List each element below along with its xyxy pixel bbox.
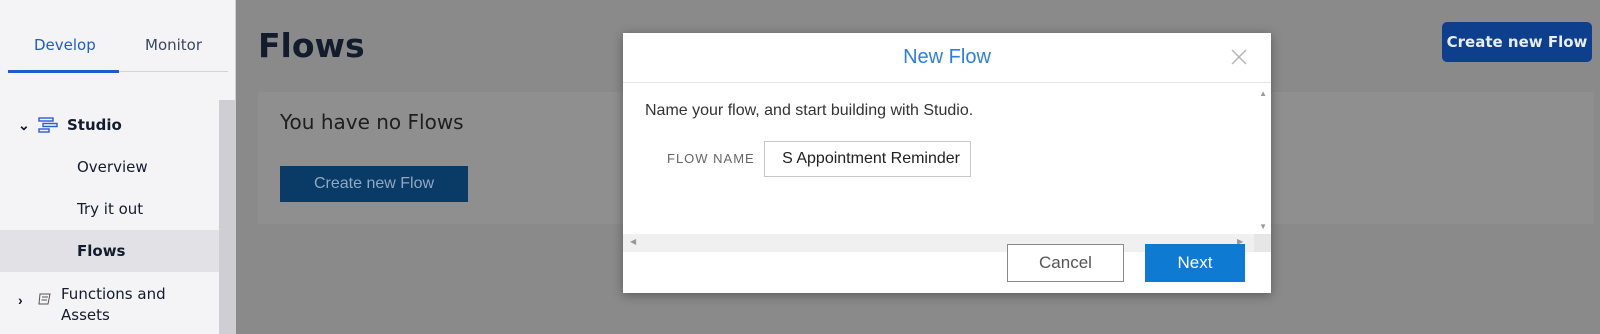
studio-icon	[38, 117, 58, 133]
scroll-left-icon[interactable]: ◀	[630, 237, 636, 246]
modal-intro-text: Name your flow, and start building with …	[645, 102, 974, 119]
active-tab-indicator	[8, 70, 119, 73]
modal-footer: Cancel Next	[623, 244, 1271, 293]
sidebar-item-label: Try it out	[77, 200, 144, 218]
page-title: Flows	[258, 26, 365, 65]
sidebar-item-overview[interactable]: Overview	[0, 146, 219, 188]
chevron-right-icon[interactable]: ›	[18, 292, 23, 308]
modal-title: New Flow	[903, 46, 991, 68]
modal-body: Name your flow, and start building with …	[623, 84, 1271, 252]
tab-monitor[interactable]: Monitor	[145, 36, 202, 54]
close-icon[interactable]	[1229, 47, 1249, 67]
sidebar-item-flows[interactable]: Flows	[0, 230, 219, 272]
chevron-down-icon[interactable]: ⌄	[18, 117, 30, 134]
sidebar-item-label: Flows	[77, 242, 126, 260]
cancel-button[interactable]: Cancel	[1007, 244, 1124, 282]
sidebar-item-label: Studio	[67, 116, 122, 134]
flow-name-input[interactable]	[764, 141, 971, 177]
functions-icon	[38, 293, 51, 305]
sidebar-item-studio[interactable]: ⌄ Studio	[0, 104, 219, 146]
tab-develop[interactable]: Develop	[34, 36, 96, 54]
new-flow-modal: New Flow Name your flow, and start build…	[623, 33, 1271, 293]
scroll-up-icon[interactable]: ▲	[1259, 89, 1267, 98]
modal-header: New Flow	[623, 33, 1271, 83]
flow-name-label: FLOW NAME	[667, 151, 755, 166]
empty-state-message: You have no Flows	[280, 110, 464, 134]
sidebar-item-try-it-out[interactable]: Try it out	[0, 188, 219, 230]
sidebar-item-label: Functions and Assets	[61, 285, 166, 324]
scrollbar-corner	[1254, 234, 1271, 252]
vertical-scrollbar[interactable]: ▲ ▼	[1254, 84, 1271, 234]
empty-state-create-button[interactable]: Create new Flow	[280, 166, 468, 202]
sidebar-item-functions-and-assets[interactable]: › Functions and Assets	[0, 284, 219, 334]
sidebar-tabs: Develop Monitor	[8, 0, 228, 73]
next-button[interactable]: Next	[1145, 244, 1245, 282]
sidebar-scrollbar[interactable]	[219, 100, 235, 334]
scroll-down-icon[interactable]: ▼	[1259, 222, 1267, 231]
sidebar-item-label: Overview	[77, 158, 148, 176]
sidebar: Develop Monitor ⌄ Studio Overview Try it…	[0, 0, 236, 334]
create-new-flow-button[interactable]: Create new Flow	[1442, 22, 1592, 62]
